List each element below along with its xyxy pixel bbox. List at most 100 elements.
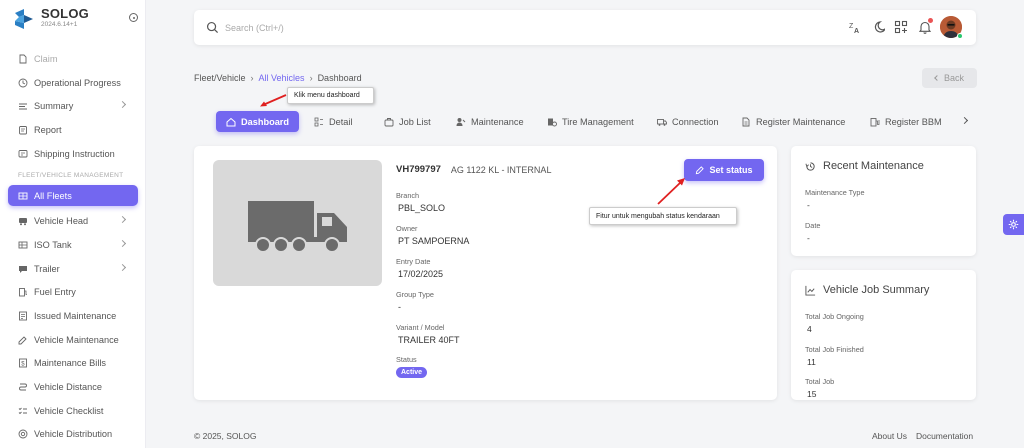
sidebar-item-maintenance-bills[interactable]: $ Maintenance Bills — [0, 352, 145, 376]
brand[interactable]: SOLOG 2024.6.14+1 — [12, 7, 89, 31]
sidebar-item-operational-progress[interactable]: Operational Progress — [0, 71, 145, 95]
tab-job-list[interactable]: Job List — [384, 111, 431, 132]
vehicle-plate: AG 1122 KL - INTERNAL — [450, 164, 552, 175]
sidebar-item-vehicle-maintenance[interactable]: Vehicle Maintenance — [0, 328, 145, 352]
distance-icon — [18, 382, 28, 392]
chevron-left-icon — [934, 75, 940, 81]
bills-icon: $ — [18, 358, 28, 368]
field-value: 15 — [807, 389, 817, 399]
sidebar-item-claim[interactable]: Claim — [0, 47, 145, 71]
field-label: Status — [396, 355, 417, 364]
vehicle-header: VH799797 AG 1122 KL - INTERNAL — [396, 164, 551, 175]
sidebar-item-fuel-entry[interactable]: Fuel Entry — [0, 281, 145, 305]
translate-icon[interactable]: ZA — [848, 20, 862, 34]
field-value: 17/02/2025 — [398, 269, 444, 279]
shortcuts-grid-icon[interactable] — [894, 20, 908, 34]
sidebar-item-vehicle-head[interactable]: Vehicle Head — [0, 209, 145, 233]
sidebar-item-trailer[interactable]: Trailer — [0, 257, 145, 281]
field-maintenance-type: Maintenance Type - — [805, 188, 865, 210]
maintenance-icon — [456, 117, 466, 127]
sidebar-item-label: Vehicle Checklist — [34, 405, 104, 416]
sidebar-collapse-icon[interactable] — [129, 13, 138, 22]
callout-status-text: Fitur untuk mengubah status kendaraan — [596, 212, 720, 220]
tab-label: Job List — [399, 116, 431, 127]
breadcrumb: Fleet/Vehicle › All Vehicles › Dashboard — [194, 73, 362, 83]
brand-name: SOLOG — [41, 6, 89, 21]
theme-moon-icon[interactable] — [871, 20, 885, 34]
callout-status: Fitur untuk mengubah status kendaraan — [589, 207, 737, 225]
card-title-text: Vehicle Job Summary — [823, 284, 930, 296]
sidebar-item-label: Vehicle Distribution — [34, 429, 113, 440]
card-title-text: Recent Maintenance — [823, 160, 924, 172]
tab-label: Connection — [672, 116, 719, 127]
footer-link-about[interactable]: About Us — [872, 431, 907, 441]
settings-customizer-button[interactable] — [1003, 214, 1024, 235]
fuel-icon — [18, 287, 28, 297]
sidebar-item-vehicle-distance[interactable]: Vehicle Distance — [0, 375, 145, 399]
footer-link-documentation[interactable]: Documentation — [916, 431, 973, 441]
field-label: Group Type — [396, 290, 434, 299]
sidebar-item-summary[interactable]: Summary — [0, 94, 145, 118]
field-label: Date — [805, 221, 821, 230]
issued-maintenance-icon — [18, 311, 28, 321]
sidebar-item-all-fleets[interactable]: All Fleets — [8, 185, 138, 207]
field-variant-model: Variant / Model TRAILER 40FT — [396, 323, 460, 345]
tab-maintenance[interactable]: Maintenance — [456, 111, 524, 132]
solog-logo-icon — [15, 9, 33, 29]
back-button-label: Back — [943, 73, 964, 83]
tab-dashboard[interactable]: Dashboard — [216, 111, 299, 132]
field-group-type: Group Type - — [396, 290, 434, 312]
tab-detail[interactable]: Detail — [314, 111, 353, 132]
field-label: Variant / Model — [396, 323, 445, 332]
field-value: 4 — [807, 324, 812, 334]
recent-maintenance-card: Recent Maintenance Maintenance Type - Da… — [791, 146, 976, 256]
tab-register-bbm[interactable]: Register BBM — [870, 111, 942, 132]
edit-pencil-icon — [696, 165, 705, 174]
notification-dot — [928, 18, 933, 23]
field-owner: Owner PT SAMPOERNA — [396, 224, 469, 246]
history-icon — [805, 161, 815, 171]
tire-icon — [547, 117, 557, 127]
search-input[interactable] — [225, 19, 625, 36]
trailer-icon — [18, 264, 28, 274]
field-value: PT SAMPOERNA — [398, 236, 470, 246]
sidebar-item-report[interactable]: Report — [0, 118, 145, 142]
sidebar-item-issued-maintenance[interactable]: Issued Maintenance — [0, 304, 145, 328]
fuel-pump-icon — [870, 117, 880, 127]
sidebar-section-label: FLEET/VEHICLE MANAGEMENT — [18, 172, 124, 180]
sidebar-item-label: Summary — [34, 101, 74, 112]
truck-icon — [657, 117, 667, 127]
instruction-icon — [18, 149, 28, 159]
sidebar-item-iso-tank[interactable]: ISO Tank — [0, 233, 145, 257]
gear-icon — [1008, 219, 1019, 230]
distribution-icon — [18, 429, 28, 439]
tab-bar: Dashboard Detail Job List Maintenance Ti… — [216, 111, 976, 132]
chevron-right-icon — [118, 216, 127, 224]
sidebar-item-vehicle-distribution[interactable]: Vehicle Distribution — [0, 423, 145, 447]
sidebar-item-label: Fuel Entry — [34, 287, 76, 298]
tab-tire-management[interactable]: Tire Management — [547, 111, 634, 132]
field-total-job: Total Job 15 — [805, 377, 834, 399]
set-status-button[interactable]: Set status — [684, 159, 764, 181]
tab-register-maintenance[interactable]: Register Maintenance — [741, 111, 845, 132]
sidebar-item-label: Trailer — [34, 263, 60, 274]
field-label: Entry Date — [396, 257, 431, 266]
svg-text:A: A — [854, 28, 859, 34]
tab-label: Register BBM — [885, 116, 942, 127]
sidebar-item-label: Maintenance Bills — [34, 358, 107, 369]
field-date: Date - — [805, 221, 820, 243]
field-total-job-finished: Total Job Finished 11 — [805, 345, 864, 367]
callout-arrow-icon — [657, 178, 685, 205]
sidebar-item-label: Vehicle Distance — [34, 382, 102, 393]
vehicle-dashboard-card: VH799797 AG 1122 KL - INTERNAL Set statu… — [194, 146, 777, 400]
field-label: Total Job — [805, 377, 835, 386]
breadcrumb-link-all-vehicles[interactable]: All Vehicles — [259, 73, 305, 83]
tab-connection[interactable]: Connection — [657, 111, 718, 132]
back-button[interactable]: Back — [922, 68, 977, 88]
sidebar-item-shipping-instruction[interactable]: Shipping Instruction — [0, 142, 145, 166]
sidebar-item-vehicle-checklist[interactable]: Vehicle Checklist — [0, 399, 145, 423]
sidebar-item-label: Claim — [34, 53, 58, 64]
callout-arrow-icon — [260, 94, 287, 107]
job-summary-title: Vehicle Job Summary — [805, 284, 929, 296]
field-label: Total Job Finished — [805, 345, 864, 354]
